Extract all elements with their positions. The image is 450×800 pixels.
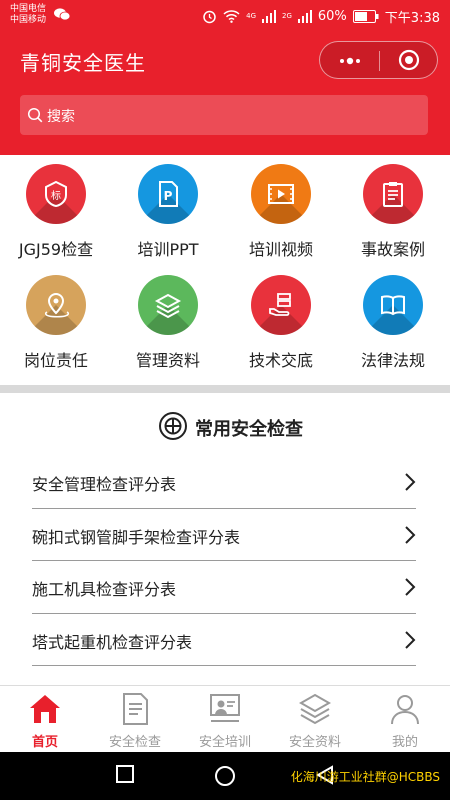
status-icons: 4G 2G 60% 下午3:38	[202, 7, 440, 26]
chevron-right-icon	[405, 525, 416, 544]
list-item[interactable]: 安全管理检查评分表	[32, 456, 416, 509]
tab-safety-check[interactable]: 安全检查	[90, 686, 180, 753]
grid-item-label: 培训视频	[248, 240, 313, 259]
grid-item-management[interactable]: 管理资料	[112, 271, 224, 382]
tab-label: 安全检查	[108, 735, 161, 750]
checklist-icon	[159, 412, 187, 440]
capsule-divider	[379, 51, 380, 71]
layers-icon	[298, 693, 332, 725]
hand-stack-icon	[251, 275, 311, 335]
signal-icon-2	[297, 9, 312, 23]
wifi-icon	[223, 10, 240, 23]
carrier-1: 中国电信	[10, 4, 47, 14]
ppt-icon: P	[138, 164, 198, 224]
grid-item-duty[interactable]: 岗位责任	[0, 271, 112, 382]
page-title: 青铜安全医生	[20, 51, 146, 75]
tab-safety-docs[interactable]: 安全资料	[270, 686, 360, 753]
list-item[interactable]: 塔式起重机检查评分表	[32, 614, 416, 666]
network-1: 4G	[246, 12, 256, 20]
grid-item-briefing[interactable]: 技术交底	[225, 271, 337, 382]
home-button-icon[interactable]	[214, 765, 236, 787]
training-icon	[210, 694, 240, 722]
home-icon	[30, 695, 60, 723]
network-2: 2G	[282, 12, 292, 20]
user-icon	[391, 695, 419, 725]
chevron-right-icon	[405, 630, 416, 649]
tab-profile[interactable]: 我的	[360, 686, 450, 753]
checklist: 安全管理检查评分表 碗扣式钢管脚手架检查评分表 施工机具检查评分表 塔式起重机检…	[32, 456, 416, 666]
more-icon[interactable]	[333, 53, 367, 69]
grid-item-label: 技术交底	[248, 351, 313, 370]
grid-item-label: 法律法规	[360, 351, 425, 370]
close-target-icon[interactable]	[398, 49, 420, 71]
chevron-right-icon	[405, 578, 416, 596]
clipboard-icon	[363, 164, 423, 224]
tab-label: 首页	[31, 735, 58, 750]
list-item-label: 安全管理检查评分表	[32, 475, 177, 494]
book-icon	[363, 275, 423, 335]
feature-grid: 标 JGJ59检查 P 培训PPT 培训视频 事故案例 岗位责任 管理资料 技术…	[0, 160, 450, 382]
section-divider	[0, 385, 450, 393]
video-icon	[251, 164, 311, 224]
list-item-label: 施工机具检查评分表	[32, 580, 177, 599]
list-item-label: 塔式起重机检查评分表	[32, 632, 193, 652]
grid-item-label: JGJ59检查	[18, 240, 94, 259]
signal-icon-1	[262, 9, 276, 23]
grid-item-jgj59[interactable]: 标 JGJ59检查	[0, 160, 112, 271]
tab-safety-training[interactable]: 安全培训	[180, 686, 270, 753]
list-item-label: 碗扣式钢管脚手架检查评分表	[32, 527, 241, 547]
grid-item-video[interactable]: 培训视频	[225, 160, 337, 271]
grid-item-law[interactable]: 法律法规	[337, 271, 449, 382]
grid-item-label: 培训PPT	[137, 240, 199, 259]
carrier-2: 中国移动	[10, 15, 47, 25]
svg-text:P: P	[164, 189, 173, 203]
tab-home[interactable]: 首页	[0, 686, 90, 753]
section-header: 常用安全检查	[0, 410, 450, 444]
search-bar[interactable]: 搜索	[20, 95, 428, 135]
wechat-icon	[54, 8, 70, 21]
battery-percent: 60%	[317, 8, 347, 24]
tab-label: 我的	[391, 735, 418, 750]
chevron-right-icon	[405, 473, 416, 491]
search-placeholder: 搜索	[47, 109, 75, 125]
tab-label: 安全培训	[198, 735, 251, 750]
badge-icon: 标	[26, 164, 86, 224]
alarm-icon	[203, 10, 216, 23]
tab-label: 安全资料	[288, 735, 341, 750]
bottom-tab-bar: 首页 安全检查 安全培训 安全资料 我的	[0, 685, 450, 752]
clock: 下午3:38	[384, 10, 440, 26]
grid-item-ppt[interactable]: P 培训PPT	[112, 160, 224, 271]
recents-icon[interactable]	[116, 765, 134, 783]
layers-icon	[138, 275, 198, 335]
list-item[interactable]: 施工机具检查评分表	[32, 561, 416, 614]
grid-item-cases[interactable]: 事故案例	[337, 160, 449, 271]
grid-item-label: 事故案例	[360, 240, 425, 259]
list-item[interactable]: 碗扣式钢管脚手架检查评分表	[32, 509, 416, 561]
carrier-names: 中国电信 中国移动	[10, 4, 46, 26]
status-bar: 中国电信 中国移动 4G 2G 60% 下午3:38	[0, 0, 450, 32]
battery-icon	[352, 9, 379, 23]
svg-text:标: 标	[51, 190, 61, 202]
search-icon	[27, 107, 43, 123]
app-header: 中国电信 中国移动 4G 2G 60% 下午3:38 青铜安全医生 搜索	[0, 0, 450, 155]
system-nav-bar: 化海川游工业社群@HCBBS	[0, 752, 450, 800]
miniprogram-capsule	[319, 41, 438, 79]
document-icon	[123, 693, 148, 725]
grid-item-label: 管理资料	[135, 351, 200, 370]
watermark-text: 化海川游工业社群@HCBBS	[290, 770, 440, 784]
location-icon	[26, 275, 86, 335]
section-title: 常用安全检查	[195, 419, 303, 440]
grid-item-label: 岗位责任	[23, 351, 88, 370]
